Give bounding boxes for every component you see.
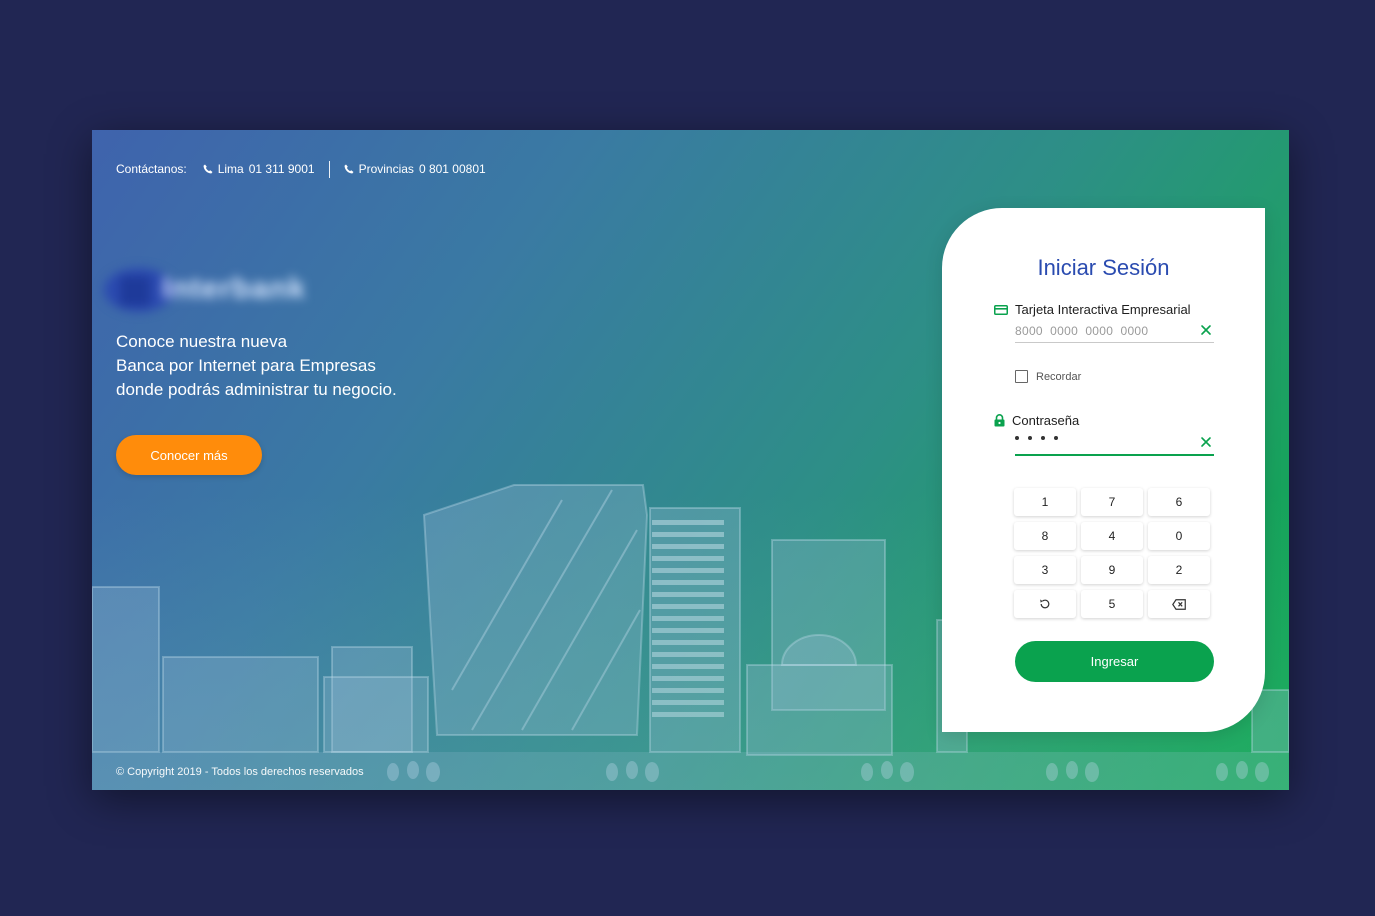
keypad-key-7[interactable]: 7 (1081, 488, 1143, 516)
reset-icon (1040, 599, 1050, 609)
password-mask (1015, 436, 1058, 440)
phone-lima[interactable]: Lima 01 311 9001 (203, 162, 315, 176)
password-field[interactable] (1015, 432, 1214, 456)
hero-headline: Conoce nuestra nueva Banca por Internet … (116, 330, 456, 402)
keypad-key-4[interactable]: 4 (1081, 522, 1143, 550)
keypad-key-2[interactable]: 2 (1148, 556, 1210, 584)
login-page: Contáctanos: Lima 01 311 9001 Provincias… (92, 130, 1289, 790)
contact-bar: Contáctanos: Lima 01 311 9001 Provincias… (116, 160, 486, 178)
learn-more-button[interactable]: Conocer más (116, 435, 262, 475)
keypad-backspace-button[interactable] (1148, 590, 1210, 618)
phone-provincias-number: 0 801 00801 (418, 162, 486, 176)
keypad-key-5[interactable]: 5 (1081, 590, 1143, 618)
login-card: Iniciar Sesión Tarjeta Interactiva Empre… (942, 208, 1265, 732)
keypad-key-1[interactable]: 1 (1014, 488, 1076, 516)
login-title: Iniciar Sesión (1037, 255, 1170, 280)
card-number-field (1015, 320, 1214, 343)
brand-logo: Interbank (104, 262, 340, 318)
password-dot (1041, 436, 1045, 440)
lock-icon (994, 414, 1005, 427)
keypad-key-0[interactable]: 0 (1148, 522, 1210, 550)
headline-line-3: donde podrás administrar tu negocio. (116, 380, 397, 399)
keypad-key-8[interactable]: 8 (1014, 522, 1076, 550)
keypad-key-9[interactable]: 9 (1081, 556, 1143, 584)
keypad-reset-button[interactable] (1014, 590, 1076, 618)
phone-provincias[interactable]: Provincias 0 801 00801 (344, 162, 486, 176)
phone-icon (203, 164, 213, 174)
logo-wordmark: Interbank (162, 272, 307, 305)
keypad-key-3[interactable]: 3 (1014, 556, 1076, 584)
password-dot (1028, 436, 1032, 440)
virtual-keypad: 176 840 3925 (1014, 488, 1210, 618)
card-field-label: Tarjeta Interactiva Empresarial (994, 302, 1191, 317)
password-field-label: Contraseña (994, 413, 1079, 428)
keypad-key-6[interactable]: 6 (1148, 488, 1210, 516)
remember-checkbox[interactable] (1015, 370, 1028, 383)
clear-password-icon[interactable] (1200, 436, 1212, 448)
phone-lima-number: 01 311 9001 (248, 162, 315, 176)
contact-label: Contáctanos: (116, 162, 187, 176)
headline-line-1: Conoce nuestra nueva (116, 332, 288, 351)
card-number-input[interactable] (1015, 320, 1185, 342)
phone-lima-prefix: Lima (217, 162, 244, 176)
headline-line-2: Banca por Internet para Empresas (116, 356, 376, 375)
password-dot (1054, 436, 1058, 440)
password-label-text: Contraseña (1012, 413, 1080, 428)
phone-icon (344, 164, 354, 174)
login-submit-button[interactable]: Ingresar (1015, 641, 1214, 682)
password-dot (1015, 436, 1019, 440)
contact-divider (328, 160, 330, 178)
credit-card-icon (994, 304, 1008, 315)
remember-label: Recordar (1036, 370, 1082, 383)
copyright-text: © Copyright 2019 - Todos los derechos re… (116, 766, 364, 778)
clear-card-icon[interactable] (1200, 324, 1212, 336)
card-label-text: Tarjeta Interactiva Empresarial (1015, 302, 1191, 317)
phone-provincias-prefix: Provincias (358, 162, 414, 176)
remember-option[interactable]: Recordar (1015, 370, 1081, 383)
backspace-icon (1172, 598, 1186, 610)
logo-square (120, 276, 150, 306)
